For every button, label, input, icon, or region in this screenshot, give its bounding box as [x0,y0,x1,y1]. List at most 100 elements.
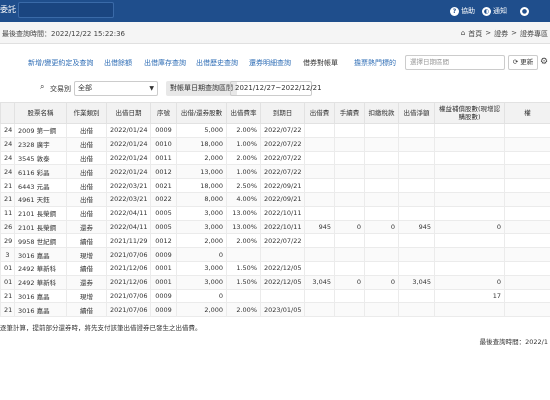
table-cell [304,302,335,318]
table-cell: 21 [0,288,15,304]
breadcrumb-item[interactable]: 證券 [494,29,508,39]
table-cell: 2022/07/22 [260,233,305,249]
table-cell [504,219,550,235]
table-row: 21 4961 天鈺 出借 2022/03/21 0022 8,000 4.00% 2022/… [0,191,550,207]
table-cell [434,178,505,193]
app-title: 委託 [0,5,16,14]
type-select[interactable]: 全部 ▼ [74,81,158,96]
table-cell [304,178,335,193]
table-cell: 2021/12/06 [106,260,151,276]
table-cell [226,247,261,262]
table-cell: 18,000 [176,136,227,152]
search-icon: ⌕ [40,82,45,91]
table-cell [304,191,335,207]
table-cell: 2492 華新科 [14,274,67,290]
user-menu-button[interactable]: ● [520,4,529,18]
table-cell: 2022/01/24 [106,136,151,152]
table-cell [334,191,365,207]
gear-icon[interactable]: ⚙ [540,55,550,70]
notify-button[interactable]: ◐ 通知 [482,4,507,18]
column-header [0,102,15,124]
table-cell: 0012 [150,164,177,180]
table-cell [398,302,435,318]
home-icon: ⌂ [460,29,466,37]
table-cell: 續借 [66,233,107,249]
table-row: 21 6443 元晶 出借 2022/03/21 0021 18,000 2.50% 2022… [0,178,550,193]
top-search-input[interactable] [18,2,114,18]
table-cell [260,288,305,304]
table-cell: 2022/04/11 [106,205,151,221]
table-cell: 3,045 [398,274,435,290]
table-cell: 0 [334,274,365,290]
table-cell [334,302,365,318]
table-cell: 2022/03/21 [106,191,151,207]
table-cell: 0 [434,274,505,290]
table-cell: 17 [434,288,505,304]
table-cell [304,247,335,262]
table-cell [304,164,335,180]
table-cell: 13.00% [226,205,261,221]
table-cell: 2,000 [176,150,227,166]
table-cell: 還券 [66,219,107,235]
column-header: 出借/還券股數 [176,102,227,124]
table-cell: 6116 彩晶 [14,164,67,180]
table-cell [434,205,505,221]
table-cell [504,274,550,290]
date-range-input[interactable]: 選擇日期區間 [405,55,505,70]
table-cell [304,205,335,221]
table-cell [504,150,550,166]
breadcrumb-item[interactable]: 首頁 [468,29,482,39]
table-cell: 0 [176,288,227,304]
table-cell: 3,000 [176,274,227,290]
table-cell: 2022/01/24 [106,150,151,166]
table-cell [398,191,435,207]
table-cell: 0 [364,219,399,235]
table-cell [364,123,399,138]
column-header: 到期日 [260,102,305,124]
table-cell [434,260,505,276]
column-header: 權益補償股數(現增認購股數) [434,102,505,124]
table-row: 21 3016 嘉晶 現增 2021/07/06 0009 0 17 [0,288,550,304]
refresh-label: 更新 [520,58,534,66]
table-cell: 3,000 [176,219,227,235]
table-cell: 2021/07/06 [106,302,151,318]
table-cell: 2022/01/24 [106,123,151,138]
table-cell: 1.00% [226,136,261,152]
refresh-button[interactable]: ⟳ 更新 [508,55,538,70]
table-cell: 2101 長榮鋼 [14,219,67,235]
table-cell [504,136,550,152]
help-button[interactable]: ? 協助 [450,4,475,18]
table-cell: 24 [0,123,15,138]
query-time: 最後查詢時間：2022/12/22 15:22:36 [2,30,126,38]
range-value-field[interactable]: 2021/12/27~2022/12/21 [230,81,322,96]
table-cell [334,247,365,262]
table-cell: 0 [364,274,399,290]
table-cell: 2022/07/22 [260,123,305,138]
table-cell [304,150,335,166]
table-row: 21 3016 嘉晶 續借 2021/07/06 0009 2,000 2.00% 2023/… [0,302,550,318]
top-nav-bar: 委託 ? 協助 ◐ 通知 ● [0,0,550,22]
filter-bar: ⌕ 交易別 全部 ▼ 對帳單日期查詢區間 2021/12/27~2022/12/… [0,80,550,98]
table-cell: 2022/09/21 [260,191,305,207]
table-cell [398,150,435,166]
table-cell [364,260,399,276]
table-cell: 出借 [66,136,107,152]
column-header: 出借費率 [226,102,261,124]
table-cell: 3016 嘉晶 [14,302,67,318]
table-row: 26 2101 長榮鋼 還券 2022/04/11 0005 3,000 13.00% 202… [0,219,550,235]
table-cell: 945 [304,219,335,235]
table-cell: 2,000 [176,233,227,249]
table-cell [334,123,365,138]
table-cell: 2022/03/21 [106,178,151,193]
table-cell: 4.00% [226,191,261,207]
table-cell: 2022/12/05 [260,260,305,276]
table-cell [398,288,435,304]
table-cell: 還券 [66,274,107,290]
table-cell [334,288,365,304]
range-label: 對帳單日期查詢區間 [166,81,237,96]
table-cell [434,302,505,318]
table-cell: 0001 [150,274,177,290]
table-row: 01 2492 華新科 還券 2021/12/06 0001 3,000 1.50% 2022… [0,274,550,290]
table-cell [398,260,435,276]
table-cell: 0012 [150,233,177,249]
